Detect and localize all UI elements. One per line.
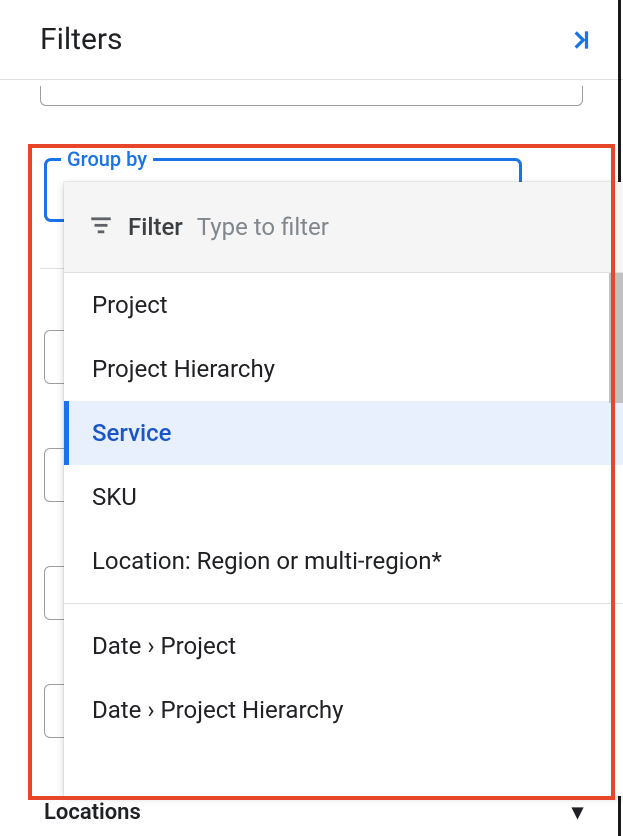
- option-service[interactable]: Service: [64, 401, 623, 465]
- filters-title: Filters: [40, 22, 123, 57]
- option-project-hierarchy[interactable]: Project Hierarchy: [64, 337, 623, 401]
- options-divider: [64, 603, 623, 604]
- option-sku[interactable]: SKU: [64, 465, 623, 529]
- scrollbar-thumb[interactable]: [609, 273, 623, 403]
- chevron-down-icon: ▾: [572, 800, 583, 825]
- filter-label: Filter: [128, 213, 183, 241]
- option-date-project[interactable]: Date › Project: [64, 614, 623, 678]
- dropdown-filter-row: Filter: [64, 182, 623, 273]
- dropdown-options-list: Project Project Hierarchy Service SKU Lo…: [64, 273, 623, 796]
- filter-input[interactable]: [197, 213, 599, 241]
- option-project[interactable]: Project: [64, 273, 623, 337]
- locations-label: Locations: [44, 800, 141, 825]
- locations-section-header[interactable]: Locations ▾: [44, 800, 583, 825]
- group-by-dropdown: Filter Project Project Hierarchy Service…: [64, 182, 623, 796]
- collapse-panel-icon[interactable]: [567, 27, 593, 53]
- option-date-project-hierarchy[interactable]: Date › Project Hierarchy: [64, 678, 623, 742]
- option-location[interactable]: Location: Region or multi-region*: [64, 529, 623, 593]
- group-by-legend: Group by: [61, 147, 153, 171]
- filter-list-icon: [88, 212, 114, 242]
- previous-field-bottom-edge: [40, 86, 583, 106]
- filters-header: Filters: [0, 0, 623, 80]
